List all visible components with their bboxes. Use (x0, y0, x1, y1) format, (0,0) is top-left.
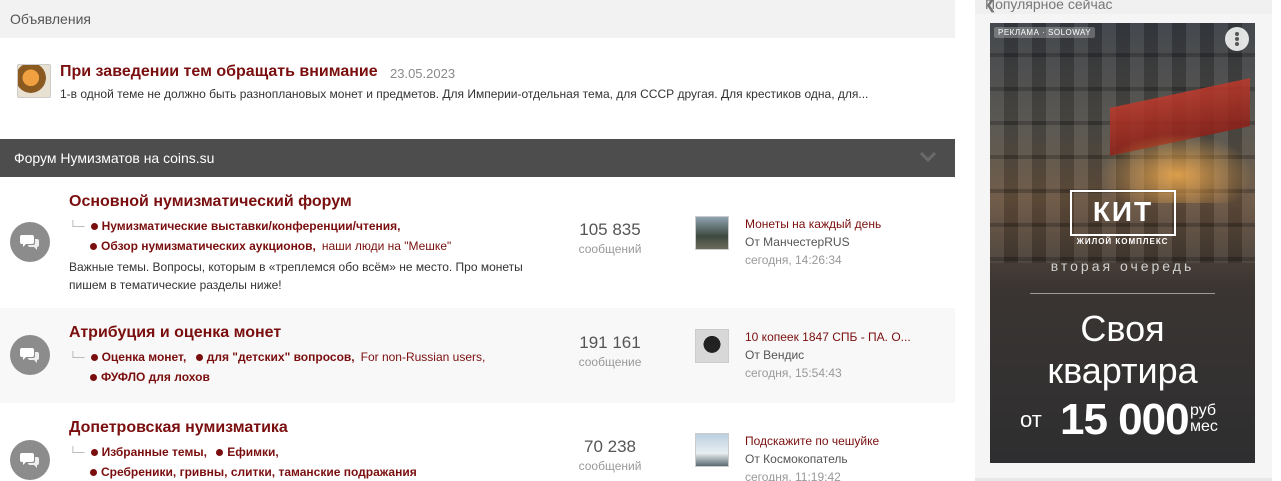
post-count-label: сообщение (578, 355, 642, 369)
forum-row: Допетровская нумизматика └─ Избранные тем… (0, 403, 955, 481)
subforum-dot-icon (90, 469, 97, 476)
forum-row: Основной нумизматический форум └─ Нумизма… (0, 177, 955, 308)
forum-title-link[interactable]: Допетровская нумизматика (69, 419, 288, 437)
ad-brand-logo: КИТ (1070, 190, 1176, 236)
forum-title-link[interactable]: Основной нумизматический форум (69, 193, 352, 211)
advertisement-banner[interactable]: РЕКЛАМА · SOLOWAY КИТ ЖИЛОЙ КОМПЛЕКС вто… (990, 23, 1255, 463)
ad-price-unit-rub: руб (1190, 402, 1217, 419)
announcements-header: Объявления (0, 0, 955, 38)
announcement-date: 23.05.2023 (390, 66, 456, 81)
subforum-dot-icon (195, 354, 203, 361)
chevron-left-icon[interactable]: ❮ (985, 0, 1250, 13)
forum-category-bar: Форум Нумизматов на coins.su (0, 139, 955, 177)
subforum-line: ФУФЛО для лохов (88, 370, 210, 384)
chat-bubbles-icon (20, 348, 39, 363)
subforum-line: Сребреники, гривны, слитки, таманские по… (88, 465, 417, 479)
subforum-dot-icon (90, 449, 98, 456)
last-post-author[interactable]: От Вендис (745, 348, 804, 362)
post-count: 191 161 сообщение (560, 333, 660, 369)
post-count-label: сообщений (578, 242, 642, 256)
forum-row: Атрибуция и оценка монет └─ Оценка монет,… (0, 308, 955, 403)
ad-brand-subtitle: ЖИЛОЙ КОМПЛЕКС (1076, 237, 1169, 246)
forum-category-title[interactable]: Форум Нумизматов на coins.su (14, 150, 214, 166)
subforum-link[interactable]: Обзор нумизматических аукционов, (101, 239, 316, 253)
subforum-link[interactable]: Ефимки, (227, 445, 278, 459)
last-post-time: сегодня, 11:19:42 (745, 470, 841, 481)
post-count: 105 835 сообщений (560, 220, 660, 256)
ad-divider (1030, 293, 1215, 294)
last-post-title-link[interactable]: 10 копеек 1847 СПБ - ПА. О... (745, 330, 911, 344)
post-count-value: 191 161 (579, 333, 641, 352)
subforum-dot-icon (90, 243, 97, 250)
chevron-down-icon[interactable] (919, 151, 937, 163)
post-count-label: сообщений (578, 459, 642, 473)
ad-price-unit: руб мес (1190, 403, 1218, 435)
last-post-avatar[interactable] (695, 329, 729, 363)
popular-now-header: Популярное сейчас ❮ (975, 0, 1272, 14)
subforum-link[interactable]: для "детских" вопросов, (207, 350, 355, 364)
ad-price-from: от (1020, 407, 1042, 432)
forum-status-icon[interactable] (10, 222, 50, 262)
chat-bubbles-icon (20, 235, 39, 250)
announcement-title-link[interactable]: При заведении тем обращать внимание (60, 63, 378, 81)
subforum-link[interactable]: Избранные темы, (102, 445, 207, 459)
last-post-time: сегодня, 15:54:43 (745, 366, 842, 380)
ad-price-unit-month: мес (1190, 418, 1218, 435)
subforum-dot-icon (90, 374, 97, 381)
ad-price-amount: 15 000 (1060, 395, 1190, 444)
subforum-dot-icon (90, 223, 98, 230)
subforum-link[interactable]: Нумизматические выставки/конференции/чте… (102, 219, 401, 233)
subforum-link[interactable]: For non-Russian users, (361, 350, 486, 364)
post-count-value: 105 835 (579, 220, 641, 239)
subforum-line: └─ Оценка монет, для "детских" вопросов, F… (69, 350, 485, 364)
last-post-avatar[interactable] (695, 216, 729, 250)
last-post-avatar[interactable] (695, 433, 729, 467)
announcement-item: При заведении тем обращать внимание 23.0… (0, 38, 955, 139)
ad-headline-1: Своя (1080, 308, 1165, 349)
ad-brand-name: КИТ (1092, 196, 1154, 227)
announcement-text: 1-в одной теме не должно быть разноплано… (60, 87, 869, 101)
forum-status-icon[interactable] (10, 440, 50, 480)
last-post-author[interactable]: От Космокопатель (745, 452, 848, 466)
forum-description: Важные темы. Вопросы, которым в «треплем… (69, 260, 523, 292)
forum-title-link[interactable]: Атрибуция и оценка монет (69, 324, 281, 342)
ad-headline-2: квартира (1047, 350, 1198, 391)
tree-branch-icon: └─ (69, 447, 85, 459)
tree-branch-icon: └─ (69, 352, 85, 364)
post-count: 70 238 сообщений (560, 437, 660, 473)
more-options-icon[interactable] (1225, 27, 1249, 51)
last-post-time: сегодня, 14:26:34 (745, 253, 842, 267)
announcements-header-label: Объявления (10, 11, 91, 27)
subforum-line: └─ Нумизматические выставки/конференции/ч… (69, 219, 400, 233)
post-count-value: 70 238 (584, 437, 636, 456)
last-post-author[interactable]: От МанчестерRUS (745, 235, 850, 249)
forum-status-icon[interactable] (10, 335, 50, 375)
chat-bubbles-icon (20, 453, 39, 468)
subforum-dot-icon (90, 354, 98, 361)
subforum-link[interactable]: наши люди на "Мешке" (322, 239, 451, 253)
last-post-title-link[interactable]: Подскажите по чешуйке (745, 434, 879, 448)
subforum-link[interactable]: Оценка монет, (102, 350, 187, 364)
tree-branch-icon: └─ (69, 221, 85, 233)
subforum-line: Обзор нумизматических аукционов, наши люд… (88, 239, 451, 253)
subforum-link[interactable]: ФУФЛО для лохов (101, 370, 210, 384)
subforum-link[interactable]: Сребреники, гривны, слитки, таманские по… (101, 465, 417, 479)
ad-queue-text: вторая очередь (1050, 258, 1195, 274)
last-post-title-link[interactable]: Монеты на каждый день (745, 217, 881, 231)
subforum-line: └─ Избранные темы, Ефимки, (69, 445, 279, 459)
announcement-avatar[interactable] (17, 64, 51, 98)
ad-label[interactable]: РЕКЛАМА · SOLOWAY (994, 27, 1096, 38)
subforum-dot-icon (216, 449, 224, 456)
